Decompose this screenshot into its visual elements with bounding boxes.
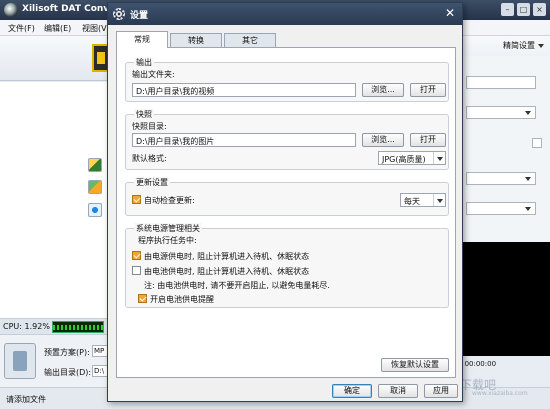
snapshot-browse-button[interactable]: 浏览... xyxy=(362,133,404,147)
tab-other[interactable]: 其它 xyxy=(224,33,276,47)
apply-button[interactable]: 应用 xyxy=(424,384,458,398)
snapshot-group-title: 快照 xyxy=(134,109,154,120)
power-group: 系统电源管理相关 程序执行任务中: 由电源供电时, 阻止计算机进入待机、休眠状态… xyxy=(125,223,449,308)
snapshot-format-label: 默认格式: xyxy=(132,154,167,163)
window-controls: – □ × xyxy=(501,3,546,16)
battery-power-checkbox[interactable] xyxy=(132,266,141,275)
general-tab-panel: 输出 输出文件夹: D:\用户目录\我的视频 浏览... 打开 快照 快照目录:… xyxy=(116,47,456,378)
output-dir-input[interactable]: D:\ xyxy=(92,365,108,377)
chevron-down-icon xyxy=(433,152,445,164)
cpu-text: CPU: 1.92% xyxy=(3,322,50,331)
snapshot-format-select[interactable]: JPG(高质量) xyxy=(378,151,446,165)
cancel-button[interactable]: 取消 xyxy=(378,384,418,398)
profile-panel: 预置方案(P): MP 输出目录(D): D:\ xyxy=(0,334,108,387)
output-group: 输出 输出文件夹: D:\用户目录\我的视频 浏览... 打开 xyxy=(125,57,449,102)
gear-icon xyxy=(113,8,125,20)
snapshot-dir-input[interactable]: D:\用户目录\我的图片 xyxy=(132,133,356,147)
menu-view[interactable]: 视图(V) xyxy=(82,23,110,34)
minimize-icon[interactable]: – xyxy=(501,3,514,16)
cpu-meter: CPU: 1.92% xyxy=(0,318,108,334)
battery-alert-checkbox[interactable] xyxy=(138,294,147,303)
ok-button[interactable]: 确定 xyxy=(332,384,372,398)
auto-update-label: 自动检查更新: xyxy=(144,196,195,205)
output-folder-label: 输出文件夹: xyxy=(132,70,175,79)
tab-general[interactable]: 常规 xyxy=(116,31,168,48)
menu-file[interactable]: 文件(F) xyxy=(8,23,35,34)
snapshot-group: 快照 快照目录: D:\用户目录\我的图片 浏览... 打开 默认格式: JPG… xyxy=(125,109,449,170)
add-folder-icon[interactable] xyxy=(88,180,102,194)
output-browse-button[interactable]: 浏览... xyxy=(362,83,404,97)
settings-dialog: 设置 ✕ 常规 转换 其它 输出 输出文件夹: D:\用户目录\我的视频 浏览.… xyxy=(107,2,463,402)
add-file-icon[interactable] xyxy=(88,158,102,172)
ac-power-checkbox[interactable] xyxy=(132,251,141,260)
dialog-title: 设置 xyxy=(130,11,149,21)
restore-defaults-button[interactable]: 恢复默认设置 xyxy=(381,358,449,372)
chevron-down-icon xyxy=(525,207,531,211)
cpu-graph xyxy=(52,321,104,333)
preview-player xyxy=(456,242,550,356)
convert-icon[interactable] xyxy=(88,203,102,217)
property-field[interactable] xyxy=(466,76,536,89)
device-icon[interactable] xyxy=(4,343,36,379)
update-frequency-select[interactable]: 每天 xyxy=(400,193,446,207)
preset-select[interactable]: MP xyxy=(92,345,108,357)
maximize-icon[interactable]: □ xyxy=(517,3,530,16)
snapshot-open-button[interactable]: 打开 xyxy=(410,133,446,147)
app-logo-icon xyxy=(4,3,18,17)
ac-power-label: 由电源供电时, 阻止计算机进入待机、休眠状态 xyxy=(144,252,310,261)
chevron-down-icon xyxy=(525,177,531,181)
battery-alert-label: 开启电池供电提醒 xyxy=(150,295,214,304)
file-list-pane xyxy=(0,82,108,318)
chevron-down-icon xyxy=(538,43,544,48)
chevron-down-icon xyxy=(525,111,531,115)
menu-edit[interactable]: 编辑(E) xyxy=(44,23,71,34)
close-icon[interactable]: × xyxy=(533,3,546,16)
tab-conversion[interactable]: 转换 xyxy=(170,33,222,47)
power-note: 注: 由电池供电时, 请不要开启阻止, 以避免电量耗尽. xyxy=(144,281,330,290)
power-group-title: 系统电源管理相关 xyxy=(134,223,202,234)
auto-update-checkbox[interactable] xyxy=(132,195,141,204)
update-group-title: 更新设置 xyxy=(134,177,170,188)
properties-pane xyxy=(456,56,550,242)
output-group-title: 输出 xyxy=(134,57,154,68)
output-dir-label: 输出目录(D): xyxy=(44,368,92,377)
power-subtitle: 程序执行任务中: xyxy=(138,236,197,245)
snapshot-dir-label: 快照目录: xyxy=(132,122,167,131)
update-frequency-value: 每天 xyxy=(404,197,420,206)
property-select[interactable] xyxy=(466,172,536,185)
battery-power-label: 由电池供电时, 阻止计算机进入待机、休眠状态 xyxy=(144,267,310,276)
property-select[interactable] xyxy=(466,202,536,215)
property-select[interactable] xyxy=(466,106,536,119)
advanced-settings-toggle[interactable]: 精简设置 xyxy=(503,40,544,51)
preset-label: 预置方案(P): xyxy=(44,348,90,357)
update-group: 更新设置 自动检查更新: 每天 xyxy=(125,177,449,216)
chevron-down-icon xyxy=(433,194,445,206)
dialog-title-bar: 设置 ✕ xyxy=(108,3,462,25)
output-open-button[interactable]: 打开 xyxy=(410,83,446,97)
output-folder-input[interactable]: D:\用户目录\我的视频 xyxy=(132,83,356,97)
player-time: / 00:00:00 xyxy=(456,358,550,370)
watermark-domain: www.xiazaiba.com xyxy=(472,390,528,397)
snapshot-format-value: JPG(高质量) xyxy=(382,155,426,164)
dialog-close-button[interactable]: ✕ xyxy=(443,7,457,21)
advanced-settings-label: 精简设置 xyxy=(503,41,535,50)
expand-icon[interactable] xyxy=(532,138,542,148)
status-text: 请添加文件 xyxy=(6,395,46,404)
